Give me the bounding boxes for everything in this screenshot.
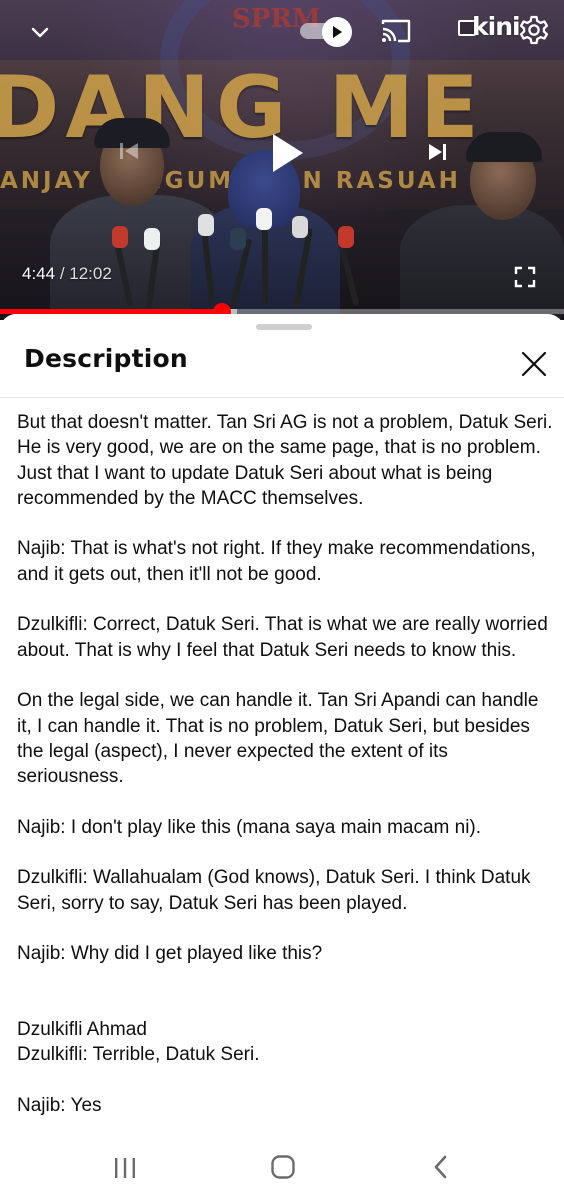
autoplay-toggle[interactable] [300,16,356,47]
skip-previous-icon[interactable] [114,136,144,166]
backdrop-banner-text: DANG ME [0,58,485,158]
description-text: But that doesn't matter. Tan Sri AG is n… [17,410,557,1134]
description-paragraph: Dzulkifli: Terrible, Datuk Seri. [17,1044,260,1066]
fullscreen-icon[interactable] [512,264,538,290]
channel-logo-text: kini [472,12,521,41]
time-duration: 12:02 [69,264,112,283]
microphone [230,228,246,250]
sheet-title: Description [24,344,188,373]
description-paragraph: Najib: Yes [17,1095,102,1117]
description-paragraph: Dzulkifli: Correct, Datuk Seri. That is … [17,614,548,661]
time-display: 4:44 / 12:02 [22,264,112,284]
autoplay-toggle-icon [322,17,352,47]
microphone [262,220,268,305]
microphone [112,226,128,248]
description-paragraph: Najib: I don't play like this (mana saya… [17,816,482,838]
microphone [198,214,214,236]
time-current: 4:44 [22,264,56,283]
description-paragraph: On the legal side, we can handle it. Tan… [17,690,539,788]
sheet-drag-handle[interactable] [256,324,312,330]
system-navigation-bar [0,1134,564,1200]
description-paragraph: But that doesn't matter. Tan Sri AG is n… [17,412,553,509]
description-paragraph: Najib: Why did I get played like this? [17,943,323,965]
cast-icon[interactable] [380,16,412,46]
microphone [338,226,354,248]
description-sheet: Description But that doesn't matter. Tan… [0,314,564,1200]
microphone [144,228,160,250]
description-paragraph: Najib: That is what's not right. If they… [17,538,536,585]
description-paragraph: Dzulkifli: Wallahualam (God knows), Datu… [17,867,531,914]
chevron-down-icon[interactable] [26,18,54,46]
gear-icon[interactable] [518,14,550,46]
recents-icon[interactable] [112,1156,138,1180]
play-icon[interactable] [264,130,308,176]
sheet-divider [0,397,564,398]
home-icon[interactable] [270,1154,296,1180]
microphone [256,208,272,230]
time-separator: / [55,264,70,283]
speaker-heading: Dzulkifli Ahmad [17,1019,147,1041]
close-icon[interactable] [518,348,550,380]
skip-next-icon[interactable] [424,138,452,166]
microphone [292,216,308,238]
back-icon[interactable] [430,1154,452,1180]
person-right-body [400,205,564,320]
video-player[interactable]: SPRM DANG ME ANJAY PENGUMUMAN RASUAH kin… [0,0,564,320]
person-right-cap [466,132,542,162]
